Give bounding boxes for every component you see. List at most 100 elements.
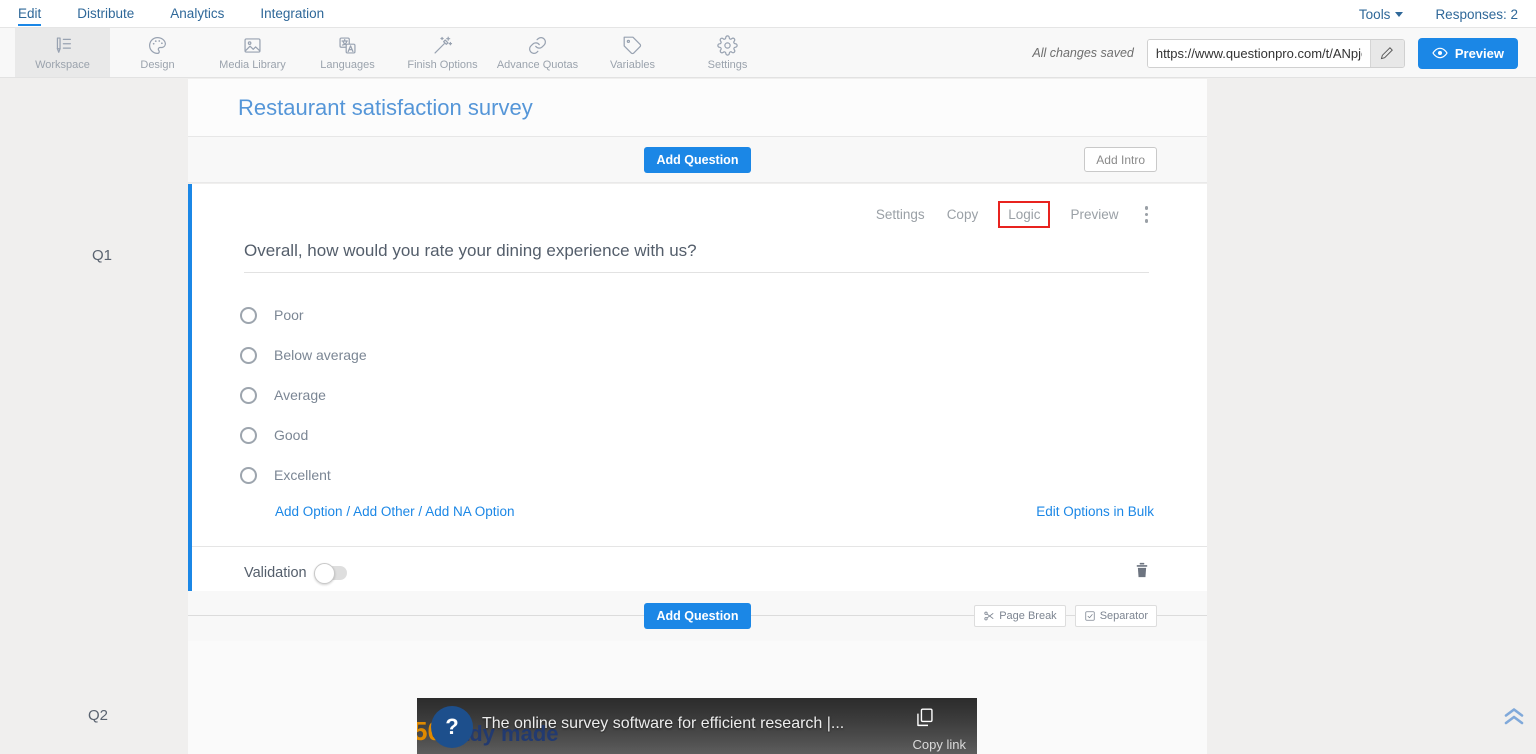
radio-icon[interactable]: [240, 467, 257, 484]
question-card-q2: 50 ady made ? The online survey software…: [188, 641, 1207, 754]
toolbar-item-label: Settings: [708, 59, 748, 71]
link-separator: /: [346, 504, 350, 519]
radio-icon[interactable]: [240, 427, 257, 444]
trash-icon: [1133, 560, 1151, 580]
survey-url-group: [1147, 39, 1405, 68]
nav-tab-integration[interactable]: Integration: [260, 2, 324, 26]
question-actions: Settings Copy Logic Preview: [876, 204, 1152, 225]
card-divider: [192, 546, 1207, 547]
answer-option-row[interactable]: Poor: [240, 295, 1147, 335]
separator-label: Separator: [1100, 610, 1148, 622]
toolbar-item-advance-quotas[interactable]: Advance Quotas: [490, 28, 585, 77]
survey-canvas: Restaurant satisfaction survey Add Quest…: [188, 79, 1207, 754]
answer-option-label[interactable]: Average: [274, 387, 326, 403]
answer-option-label[interactable]: Poor: [274, 307, 304, 323]
caret-down-icon: [1395, 12, 1403, 17]
toolbar-item-finish-options[interactable]: Finish Options: [395, 28, 490, 77]
answer-options: Poor Below average Average Good: [240, 295, 1147, 495]
image-icon: [242, 35, 263, 56]
tools-menu[interactable]: Tools: [1359, 3, 1404, 25]
toolbar-item-workspace[interactable]: Workspace: [15, 28, 110, 77]
toolbar-item-label: Variables: [610, 59, 655, 71]
toolbar-item-label: Media Library: [219, 59, 286, 71]
tools-label: Tools: [1359, 7, 1391, 22]
survey-url-input[interactable]: [1148, 40, 1370, 67]
validation-row: Validation: [244, 556, 347, 590]
questionpro-survey-editor: Edit Distribute Analytics Integration To…: [0, 0, 1536, 754]
validation-toggle[interactable]: [317, 566, 347, 580]
scroll-to-top-button[interactable]: [1500, 701, 1528, 731]
question-settings-action[interactable]: Settings: [876, 207, 925, 222]
question-number-q2: Q2: [88, 707, 108, 724]
toolbar-item-media-library[interactable]: Media Library: [205, 28, 300, 77]
add-other-link[interactable]: Add Other: [353, 504, 415, 519]
edit-url-button[interactable]: [1370, 40, 1404, 67]
add-question-button[interactable]: Add Question: [644, 147, 752, 173]
channel-avatar[interactable]: ?: [431, 706, 473, 748]
preview-button-label: Preview: [1455, 46, 1504, 61]
question-copy-action[interactable]: Copy: [947, 207, 979, 222]
nav-tab-analytics[interactable]: Analytics: [170, 2, 224, 26]
palette-icon: [147, 35, 168, 56]
toolbar-item-languages[interactable]: Languages: [300, 28, 395, 77]
nav-tab-edit[interactable]: Edit: [18, 2, 41, 26]
copy-link-icon[interactable]: [914, 707, 935, 728]
answer-option-row[interactable]: Below average: [240, 335, 1147, 375]
nav-right: Tools Responses: 2: [1359, 3, 1518, 25]
answer-option-row[interactable]: Good: [240, 415, 1147, 455]
toolbar-item-variables[interactable]: Variables: [585, 28, 680, 77]
delete-question-button[interactable]: [1133, 560, 1151, 580]
toolbar-item-label: Workspace: [35, 59, 90, 71]
radio-icon[interactable]: [240, 307, 257, 324]
tag-icon: [622, 35, 643, 56]
question-preview-action[interactable]: Preview: [1070, 207, 1118, 222]
toolbar-item-design[interactable]: Design: [110, 28, 205, 77]
answer-option-row[interactable]: Average: [240, 375, 1147, 415]
question-text[interactable]: Overall, how would you rate your dining …: [244, 241, 1147, 261]
add-na-option-link[interactable]: Add NA Option: [425, 504, 514, 519]
radio-icon[interactable]: [240, 387, 257, 404]
separator-button[interactable]: Separator: [1075, 605, 1157, 627]
answer-option-row[interactable]: Excellent: [240, 455, 1147, 495]
toolbar-item-label: Finish Options: [407, 59, 477, 71]
video-embed[interactable]: 50 ady made ? The online survey software…: [417, 698, 977, 754]
survey-title[interactable]: Restaurant satisfaction survey: [238, 95, 533, 121]
eye-icon: [1432, 45, 1448, 61]
magic-wand-icon: [432, 35, 453, 56]
gear-icon: [717, 35, 738, 56]
video-title[interactable]: The online survey software for efficient…: [482, 715, 887, 733]
add-question-button[interactable]: Add Question: [644, 603, 752, 629]
top-nav: Edit Distribute Analytics Integration To…: [0, 0, 1536, 28]
nav-tab-distribute[interactable]: Distribute: [77, 2, 134, 26]
nav-tabs: Edit Distribute Analytics Integration: [18, 2, 324, 26]
question-more-menu[interactable]: [1141, 204, 1153, 225]
link-separator: /: [418, 504, 422, 519]
answer-option-label[interactable]: Good: [274, 427, 308, 443]
answer-option-label[interactable]: Excellent: [274, 467, 331, 483]
copy-link-label[interactable]: Copy link: [913, 737, 966, 752]
question-logic-action[interactable]: Logic: [998, 201, 1050, 228]
add-intro-button[interactable]: Add Intro: [1084, 147, 1157, 172]
scissors-icon: [983, 610, 995, 622]
question-card-q1: Settings Copy Logic Preview Overall, how…: [188, 184, 1207, 591]
edit-options-in-bulk-link[interactable]: Edit Options in Bulk: [1036, 504, 1154, 519]
double-chevron-up-icon: [1500, 701, 1528, 731]
chain-link-icon: [527, 35, 548, 56]
workspace-area: Q1 Q2 Restaurant satisfaction survey Add…: [0, 79, 1536, 754]
page-break-button[interactable]: Page Break: [974, 605, 1065, 627]
preview-button[interactable]: Preview: [1418, 38, 1518, 69]
responses-link[interactable]: Responses: 2: [1435, 3, 1518, 25]
add-question-row-bottom: Add Question Page Break: [188, 591, 1207, 641]
toolbar-items: Workspace Design Media Library: [15, 28, 775, 77]
toolbar-item-label: Design: [140, 59, 174, 71]
validation-label: Validation: [244, 565, 307, 581]
question-text-underline: [244, 272, 1149, 273]
toolbar-item-settings[interactable]: Settings: [680, 28, 775, 77]
question-number-q1: Q1: [92, 247, 112, 264]
answer-option-label[interactable]: Below average: [274, 347, 367, 363]
toolbar-right: All changes saved Preview: [1032, 28, 1518, 78]
toolbar-item-label: Languages: [320, 59, 374, 71]
add-option-link[interactable]: Add Option: [275, 504, 343, 519]
radio-icon[interactable]: [240, 347, 257, 364]
checkbox-icon: [1084, 610, 1096, 622]
